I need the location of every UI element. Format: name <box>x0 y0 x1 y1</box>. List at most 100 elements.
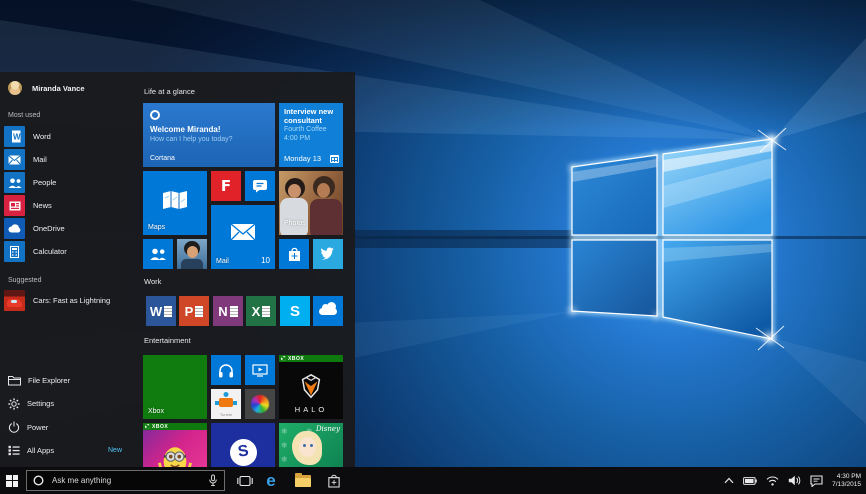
tile-photos[interactable]: Photos <box>279 171 343 235</box>
skype-icon: S <box>290 303 300 320</box>
action-center-icon[interactable] <box>810 475 823 487</box>
tile-tunein[interactable]: TuneIn <box>211 389 241 419</box>
word-icon: W <box>4 126 25 147</box>
tile-twitter[interactable] <box>313 239 343 269</box>
tile-xbox[interactable]: Xbox <box>143 355 207 419</box>
clock-date: 7/13/2015 <box>832 481 861 489</box>
tile-onenote[interactable]: N <box>213 296 243 326</box>
file-explorer-icon <box>8 375 21 386</box>
app-item-cars[interactable]: Cars: Fast as Lightning <box>4 290 136 311</box>
onedrive-icon <box>4 218 25 239</box>
calculator-icon <box>4 241 25 262</box>
movies-tv-icon <box>252 364 268 377</box>
app-item-mail[interactable]: Mail <box>4 149 136 170</box>
store-button[interactable] <box>323 467 345 494</box>
minions-xbox-banner: XBOX <box>143 423 207 430</box>
taskbar: e 4:30 PM 7/13/2015 <box>0 467 866 494</box>
app-item-news[interactable]: News <box>4 195 136 216</box>
sys-item-power[interactable]: Power <box>8 419 138 435</box>
user-profile[interactable]: Miranda Vance <box>8 80 85 96</box>
tile-shazam[interactable]: S <box>211 423 275 467</box>
shazam-icon: S <box>230 439 257 466</box>
app-item-calculator[interactable]: Calculator <box>4 241 136 262</box>
disney-wordmark: Disney <box>316 425 340 433</box>
tile-skype[interactable]: S <box>280 296 310 326</box>
sys-item-settings[interactable]: Settings <box>8 396 138 412</box>
tile-store[interactable] <box>279 239 309 269</box>
tile-mail[interactable]: Mail 10 <box>211 205 275 269</box>
xbox-logo-icon <box>145 424 150 429</box>
halo-emblem-icon <box>297 373 325 399</box>
clock-time: 4:30 PM <box>832 473 861 481</box>
app-item-people[interactable]: People <box>4 172 136 193</box>
tile-maps[interactable]: Maps <box>143 171 207 235</box>
twitter-bird-icon <box>320 247 337 261</box>
app-item-word[interactable]: W Word <box>4 126 136 147</box>
search-input[interactable] <box>50 475 202 486</box>
task-view-icon <box>236 474 254 488</box>
sys-item-all-apps[interactable]: All Apps New <box>8 443 138 459</box>
tile-flipboard[interactable]: F <box>211 171 241 201</box>
tunein-logo-icon <box>224 392 229 397</box>
folder-icon <box>295 475 311 487</box>
clock[interactable]: 4:30 PM 7/13/2015 <box>832 473 861 489</box>
tile-movies-tv[interactable] <box>245 355 275 385</box>
messaging-icon <box>252 179 268 193</box>
windows-logo-icon <box>6 475 18 487</box>
tile-messaging[interactable] <box>245 171 275 201</box>
tile-minions-game[interactable]: XBOX <box>143 423 207 467</box>
envelope-icon <box>230 223 256 241</box>
headphones-icon <box>218 363 234 378</box>
tile-cortana[interactable]: Welcome Miranda! How can I help you toda… <box>143 103 275 167</box>
start-menu: Miranda Vance Most used W Word Mail Peop… <box>0 72 355 467</box>
tile-frozen-game[interactable]: ❄ ❄ ❄ ❄ ❄ ❄ Disney ❄ <box>279 423 343 467</box>
cortana-ring-icon <box>150 110 160 120</box>
onenote-tile-icon: N <box>218 304 227 319</box>
suggested-header: Suggested <box>8 277 41 284</box>
start-button[interactable] <box>0 467 24 494</box>
maps-icon <box>162 190 188 210</box>
tile-color-sphere[interactable] <box>245 389 275 419</box>
edge-icon: e <box>266 472 275 489</box>
tile-excel[interactable]: X <box>246 296 276 326</box>
tile-contact-photo[interactable] <box>177 239 207 269</box>
tile-halo[interactable]: XBOX HALO <box>279 355 343 419</box>
store-bag-icon <box>287 246 302 262</box>
xbox-logo-icon <box>281 356 286 361</box>
tray-chevron-up-icon[interactable] <box>724 477 734 484</box>
word-tile-icon: W <box>150 304 162 319</box>
cars-game-icon <box>4 290 25 311</box>
all-apps-icon <box>8 445 20 456</box>
tile-onedrive[interactable] <box>313 296 343 326</box>
tile-word-small[interactable]: W <box>146 296 176 326</box>
group-header-entertainment: Entertainment <box>144 336 191 345</box>
volume-icon[interactable] <box>788 475 801 486</box>
tile-powerpoint[interactable]: P <box>179 296 209 326</box>
edge-button[interactable]: e <box>260 467 282 494</box>
mail-icon <box>4 149 25 170</box>
group-header-life-at-a-glance: Life at a glance <box>144 87 195 96</box>
user-avatar <box>8 81 22 95</box>
tile-groove-music[interactable] <box>211 355 241 385</box>
file-explorer-button[interactable] <box>292 467 314 494</box>
tile-people[interactable] <box>143 239 173 269</box>
calendar-icon <box>330 155 339 163</box>
cortana-circle-icon <box>33 475 44 486</box>
tile-calendar[interactable]: Interview new consultant Fourth Coffee 4… <box>279 103 343 167</box>
task-view-button[interactable] <box>234 467 256 494</box>
color-sphere-icon <box>251 395 269 413</box>
network-icon[interactable] <box>766 476 779 486</box>
taskbar-search[interactable] <box>26 470 225 491</box>
sys-item-file-explorer[interactable]: File Explorer <box>8 372 138 388</box>
app-item-onedrive[interactable]: OneDrive <box>4 218 136 239</box>
minion-character <box>158 443 192 467</box>
all-apps-new-badge: New <box>108 447 122 454</box>
flipboard-icon: F <box>221 177 231 195</box>
svg-text:W: W <box>13 133 21 142</box>
news-icon <box>4 195 25 216</box>
people-icon <box>149 248 167 260</box>
user-name: Miranda Vance <box>32 84 85 93</box>
battery-icon[interactable] <box>743 477 757 485</box>
power-icon <box>8 421 20 433</box>
mic-icon[interactable] <box>208 474 218 487</box>
